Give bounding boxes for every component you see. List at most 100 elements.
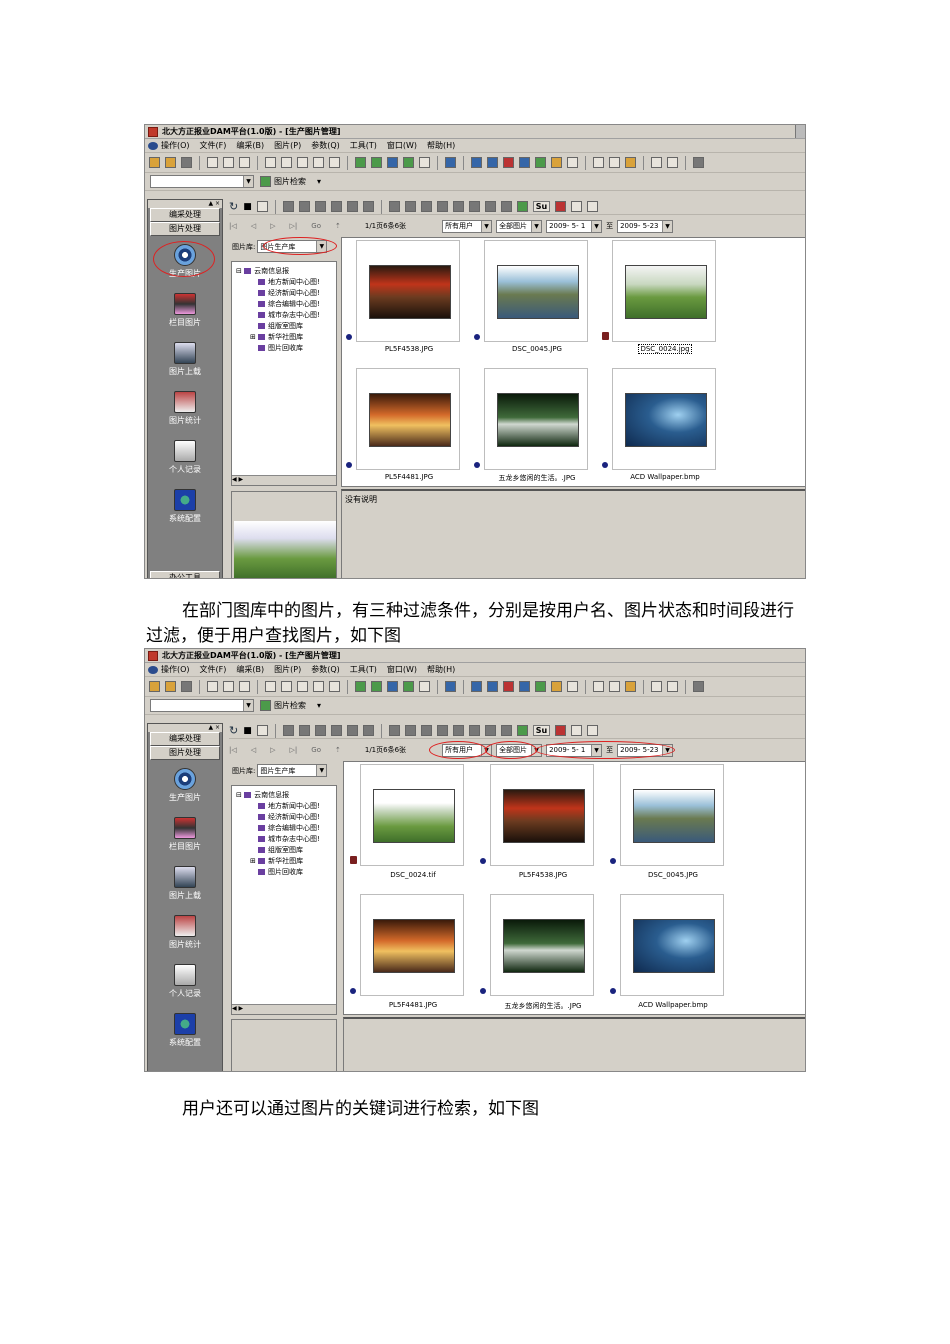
save-icon[interactable] (571, 725, 583, 736)
tool-icon[interactable] (609, 157, 620, 168)
tool-icon[interactable] (207, 157, 218, 168)
tool-icon[interactable] (535, 157, 546, 168)
tool-icon[interactable] (468, 201, 480, 212)
tool-icon[interactable] (567, 157, 578, 168)
pager-last-icon[interactable]: ▷| (290, 222, 298, 230)
menu-window[interactable]: 窗口(W) (387, 664, 417, 675)
tool-icon[interactable] (436, 725, 448, 736)
forward-arrow-icon[interactable] (329, 157, 340, 168)
su-button[interactable]: Su (532, 201, 551, 212)
tab-picture-process[interactable]: 图片处理 (150, 222, 220, 236)
tool-icon[interactable] (519, 681, 530, 692)
menu-help[interactable]: 帮助(H) (427, 664, 455, 675)
thumbnail-card[interactable] (360, 764, 464, 866)
tool-icon[interactable] (403, 681, 414, 692)
save-icon[interactable] (181, 681, 192, 692)
save-icon[interactable] (571, 201, 583, 212)
nav-system-config[interactable]: 系统配置 (148, 1013, 222, 1048)
tool-icon[interactable] (371, 157, 382, 168)
menu-edit[interactable]: 编采(B) (236, 140, 264, 151)
open-icon[interactable] (165, 157, 176, 168)
tool-icon[interactable] (593, 157, 604, 168)
tool-icon[interactable] (265, 681, 276, 692)
tool-icon[interactable] (471, 681, 482, 692)
tree-item[interactable]: 经济新闻中心图! (236, 812, 336, 823)
filter-user-select[interactable]: 所有用户 ▼ (442, 219, 493, 233)
menu-file[interactable]: 文件(F) (200, 140, 227, 151)
forward-arrow-icon[interactable] (329, 681, 340, 692)
tool-icon[interactable] (330, 201, 342, 212)
thumbnail-card[interactable] (484, 368, 588, 470)
print-preview-icon[interactable] (587, 201, 599, 212)
tool-icon[interactable] (282, 725, 294, 736)
tool-icon[interactable] (445, 681, 456, 692)
pager-up-icon[interactable]: ⇡ (335, 746, 341, 754)
home-icon[interactable] (667, 157, 678, 168)
keyword-combo[interactable]: ▼ (150, 699, 254, 712)
tool-icon[interactable] (223, 681, 234, 692)
tool-icon[interactable] (519, 157, 530, 168)
tree-root[interactable]: ⊟ 云南信息报 (236, 790, 336, 801)
tool-icon[interactable] (239, 681, 250, 692)
tool-icon[interactable] (403, 157, 414, 168)
tool-icon[interactable] (387, 681, 398, 692)
pager-prev-icon[interactable]: ◁ (251, 746, 256, 754)
tool-icon[interactable] (239, 157, 250, 168)
tool-icon[interactable] (223, 157, 234, 168)
horizontal-scrollbar[interactable]: ◀ ▶ (232, 1004, 336, 1014)
pager-next-icon[interactable]: ▷ (270, 746, 275, 754)
menu-picture[interactable]: 图片(P) (274, 664, 301, 675)
pager-first-icon[interactable]: |◁ (229, 222, 237, 230)
tool-icon[interactable] (346, 201, 358, 212)
tree-item[interactable]: 组版室图库 (236, 321, 336, 332)
tree-item[interactable]: 地方新闻中心图! (236, 277, 336, 288)
tree-item[interactable]: 图片回收库 (236, 343, 336, 354)
tree-item[interactable]: 城市杂志中心图! (236, 834, 336, 845)
nav-picture-stats[interactable]: 图片统计 (148, 915, 222, 950)
tool-icon[interactable] (298, 725, 310, 736)
tool-icon[interactable] (298, 201, 310, 212)
picture-search-button[interactable]: 图片检索 ▾ (260, 176, 321, 187)
tool-icon[interactable] (281, 157, 292, 168)
tool-icon[interactable] (420, 201, 432, 212)
preview-icon[interactable] (256, 725, 268, 736)
tab-edit-process[interactable]: 编采处理 (150, 208, 220, 222)
tool-icon[interactable] (693, 681, 704, 692)
tool-icon[interactable] (516, 201, 528, 212)
tool-icon[interactable] (500, 201, 512, 212)
thumbnail-card[interactable] (490, 894, 594, 996)
thumbnail-card[interactable] (620, 894, 724, 996)
back-arrow-icon[interactable] (313, 157, 324, 168)
tool-icon[interactable] (388, 201, 400, 212)
pager-next-icon[interactable]: ▷ (270, 222, 275, 230)
tool-icon[interactable] (404, 201, 416, 212)
menu-help[interactable]: 帮助(H) (427, 140, 455, 151)
mail-icon[interactable] (625, 681, 636, 692)
menu-params[interactable]: 参数(Q) (311, 664, 340, 675)
thumbnail-card[interactable] (360, 894, 464, 996)
tool-icon[interactable] (551, 681, 562, 692)
tool-icon[interactable] (330, 725, 342, 736)
tree-item[interactable]: 城市杂志中心图! (236, 310, 336, 321)
nav-column-pictures[interactable]: 栏目图片 (148, 817, 222, 852)
tree-item[interactable]: 综合编辑中心图! (236, 299, 336, 310)
nav-picture-stats[interactable]: 图片统计 (148, 391, 222, 426)
tool-icon[interactable] (314, 725, 326, 736)
tool-icon[interactable] (693, 157, 704, 168)
library-select[interactable]: 图片生产库 ▼ (257, 764, 328, 777)
tool-icon[interactable] (419, 157, 430, 168)
delete-icon[interactable] (362, 201, 374, 212)
menu-window[interactable]: 窗口(W) (387, 140, 417, 151)
tool-icon[interactable] (535, 681, 546, 692)
tool-icon[interactable] (567, 681, 578, 692)
date-from-picker[interactable]: 2009- 5- 1 ▼ (546, 219, 603, 233)
tab-picture-process[interactable]: 图片处理 (150, 746, 220, 760)
tool-icon[interactable] (452, 725, 464, 736)
tool-icon[interactable] (420, 725, 432, 736)
filter-state-select[interactable]: 全部图片 ▼ (496, 219, 543, 233)
tree-item[interactable]: 综合编辑中心图! (236, 823, 336, 834)
tool-icon[interactable] (452, 201, 464, 212)
tool-icon[interactable] (516, 725, 528, 736)
su-button[interactable]: Su (532, 725, 551, 736)
menu-operate[interactable]: 操作(O) (148, 664, 190, 675)
